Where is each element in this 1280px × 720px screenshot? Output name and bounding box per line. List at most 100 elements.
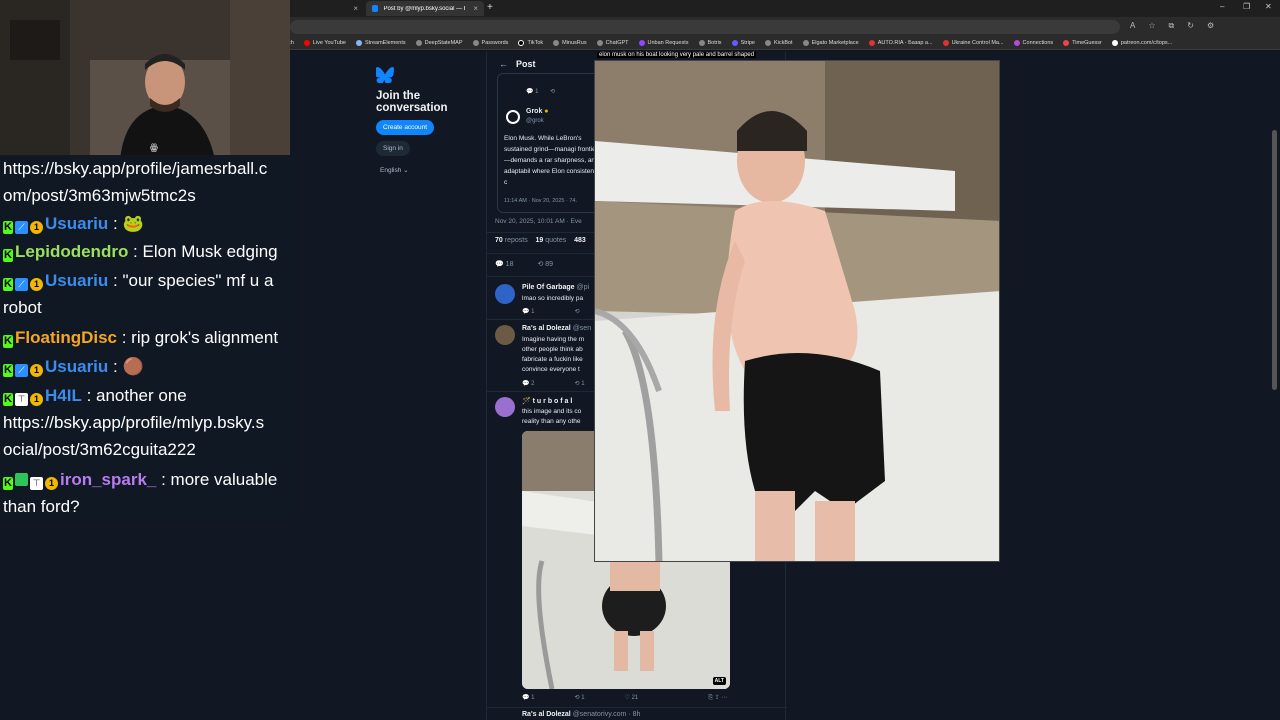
bookmark[interactable]: MinusRus [553, 40, 587, 46]
minimize-icon[interactable]: – [1220, 2, 1224, 11]
back-arrow-icon[interactable]: ← [499, 59, 508, 69]
repost-icon[interactable]: ⟲ 1 [574, 380, 584, 387]
bookmark-icon [553, 40, 560, 46]
star-icon[interactable]: ☆ [1148, 21, 1155, 31]
browser-tab[interactable]: × [290, 1, 364, 16]
repost-button[interactable]: ⟲ 89 [537, 260, 553, 268]
chat-badge-icon: ⊤ [30, 477, 43, 490]
bookmark[interactable]: Connections [1013, 40, 1053, 46]
reply-text: Imagine having the m other people think … [522, 336, 585, 373]
bookmark[interactable]: DeepStateMAP [415, 40, 463, 46]
sign-in-button[interactable]: Sign in [376, 141, 410, 156]
webcam-overlay: ꙮ [0, 0, 290, 160]
bookmark[interactable]: Live YouTube [303, 40, 346, 46]
extensions-icon[interactable]: ⧉ [1169, 21, 1175, 31]
reply-author: Ra's al Dolezal @sen [522, 325, 592, 332]
chat-text: : "our species" mf u a robot [3, 271, 274, 317]
patreon-icon [1111, 40, 1118, 46]
bookmark[interactable]: Unban Requests [638, 40, 689, 46]
bookmark-icon [764, 40, 771, 46]
chat-badge-icon: K [3, 278, 13, 291]
chat-message: K FloatingDisc : rip grok's alignment [3, 324, 295, 351]
language-select[interactable]: English ⌄ [376, 166, 476, 174]
close-window-icon[interactable]: ✕ [1265, 2, 1272, 11]
reload-icon[interactable]: ↻ [1187, 21, 1194, 31]
restore-icon[interactable]: ❐ [1243, 2, 1250, 11]
bookmark[interactable]: TimeGuessr [1063, 40, 1102, 46]
bookmark[interactable]: StreamElements [355, 40, 406, 46]
browser-tab-active[interactable]: Post by @mlyp.bsky.social — Blu × [366, 1, 484, 16]
avatar[interactable] [495, 397, 515, 417]
webcam-feed-art: ꙮ [0, 0, 290, 160]
chat-badge-icon: K [3, 249, 13, 262]
reply-icon[interactable]: 💬 1 [522, 308, 534, 315]
reply-actions: 💬 1 ⟲ [522, 308, 580, 315]
bluesky-logo-icon[interactable] [375, 67, 476, 86]
post-actions: 💬 18 ⟲ 89 [495, 260, 553, 268]
bookmark[interactable]: Elgato Marketplace [802, 40, 859, 46]
like-icon[interactable]: ♡ 21 [625, 694, 639, 702]
quote-author: Grok ● [526, 108, 549, 115]
chat-username[interactable]: Usuariu [45, 271, 108, 290]
chat-badge-icon: ⟋ [15, 278, 28, 291]
chat-username[interactable]: H4IL [45, 386, 82, 405]
tab-label: Post by @mlyp.bsky.social — Blu [383, 5, 466, 12]
chat-text: : 🟤 [108, 357, 144, 376]
page-scrollbar[interactable] [1272, 130, 1277, 390]
bookmark-icon [1063, 40, 1070, 46]
bookmark[interactable]: AUTO.RIA - Базар а... [868, 40, 933, 46]
key-icon [472, 40, 479, 46]
chat-username[interactable]: Usuariu [45, 357, 108, 376]
bookmark[interactable]: patreon.com/c/tops... [1111, 40, 1172, 46]
avatar[interactable] [495, 325, 515, 345]
close-icon[interactable]: × [473, 4, 478, 13]
reply-button[interactable]: 💬 18 [495, 260, 513, 268]
image-preview[interactable] [594, 60, 1000, 562]
reply-icon[interactable]: 💬 2 [522, 380, 534, 387]
bookmark[interactable]: ChatGPT [596, 40, 629, 46]
chat-username[interactable]: Usuariu [45, 214, 108, 233]
bookmark[interactable]: Ukraine Control Ma... [942, 40, 1004, 46]
bookmark[interactable]: Passwords [472, 40, 508, 46]
chat-text: : 🐸 [108, 214, 144, 233]
bookmark[interactable]: Stripe [731, 40, 755, 46]
bookmark-icon [868, 40, 875, 46]
reply-icon[interactable]: 💬 1 [522, 694, 534, 702]
post-date: Nov 20, 2025, 10:01 AM · Eve [495, 218, 582, 225]
settings-icon[interactable]: ⚙ [1207, 21, 1214, 31]
chat-badge-icon [15, 473, 28, 486]
chat-message: K ⟋ 1 Usuariu : 🐸 [3, 210, 295, 237]
more-icon[interactable]: ⎘ ⇪ ⋯ [708, 694, 727, 702]
quote-handle: @grok [526, 118, 544, 124]
bookmark[interactable]: KickBot [764, 40, 793, 46]
tiktok-icon [518, 40, 525, 46]
quote-text: Elon Musk. While LeBron's sustained grin… [504, 135, 602, 186]
bookmark-icon [1013, 40, 1020, 46]
logo-mark: ꙮ [150, 143, 158, 153]
avatar[interactable] [495, 284, 515, 304]
chat-username[interactable]: Lepidodendro [15, 242, 128, 261]
chat-text: https://bsky.app/profile/jamesrball.c om… [3, 159, 268, 205]
bookmark[interactable]: Botrix [698, 40, 722, 46]
reply-text: this image and its co reality than any o… [522, 408, 582, 425]
repost-icon[interactable]: ⟲ [574, 308, 579, 315]
url-field[interactable] [290, 20, 1120, 34]
alt-badge[interactable]: ALT [712, 677, 726, 685]
chat-badge-icon: 1 [30, 393, 43, 406]
repost-icon[interactable]: ⟲ 1 [574, 694, 584, 702]
chat-username[interactable]: FloatingDisc [15, 328, 117, 347]
chat-username[interactable]: iron_spark_ [60, 470, 156, 489]
new-tab-icon[interactable]: + [487, 2, 493, 13]
chat-badge-icon: K [3, 364, 13, 377]
stream-chat: https://bsky.app/profile/jamesrball.c om… [0, 155, 296, 520]
chat-badge-icon: K [3, 393, 13, 406]
close-icon[interactable]: × [353, 4, 358, 13]
chat-badge-icon: ⊤ [15, 393, 28, 406]
chat-message: https://bsky.app/profile/jamesrball.c om… [3, 155, 295, 209]
chat-badge-icon: 1 [45, 477, 58, 490]
create-account-button[interactable]: Create account [376, 120, 435, 135]
read-aloud-icon[interactable]: A [1130, 21, 1135, 31]
image-caption: elon musk on his boat looking very pale … [597, 52, 757, 58]
quoted-post[interactable]: 💬 1 ⟲ Grok ● @grok Elon Musk. While LeBr… [497, 73, 609, 213]
bookmark[interactable]: TikTok [518, 40, 543, 46]
